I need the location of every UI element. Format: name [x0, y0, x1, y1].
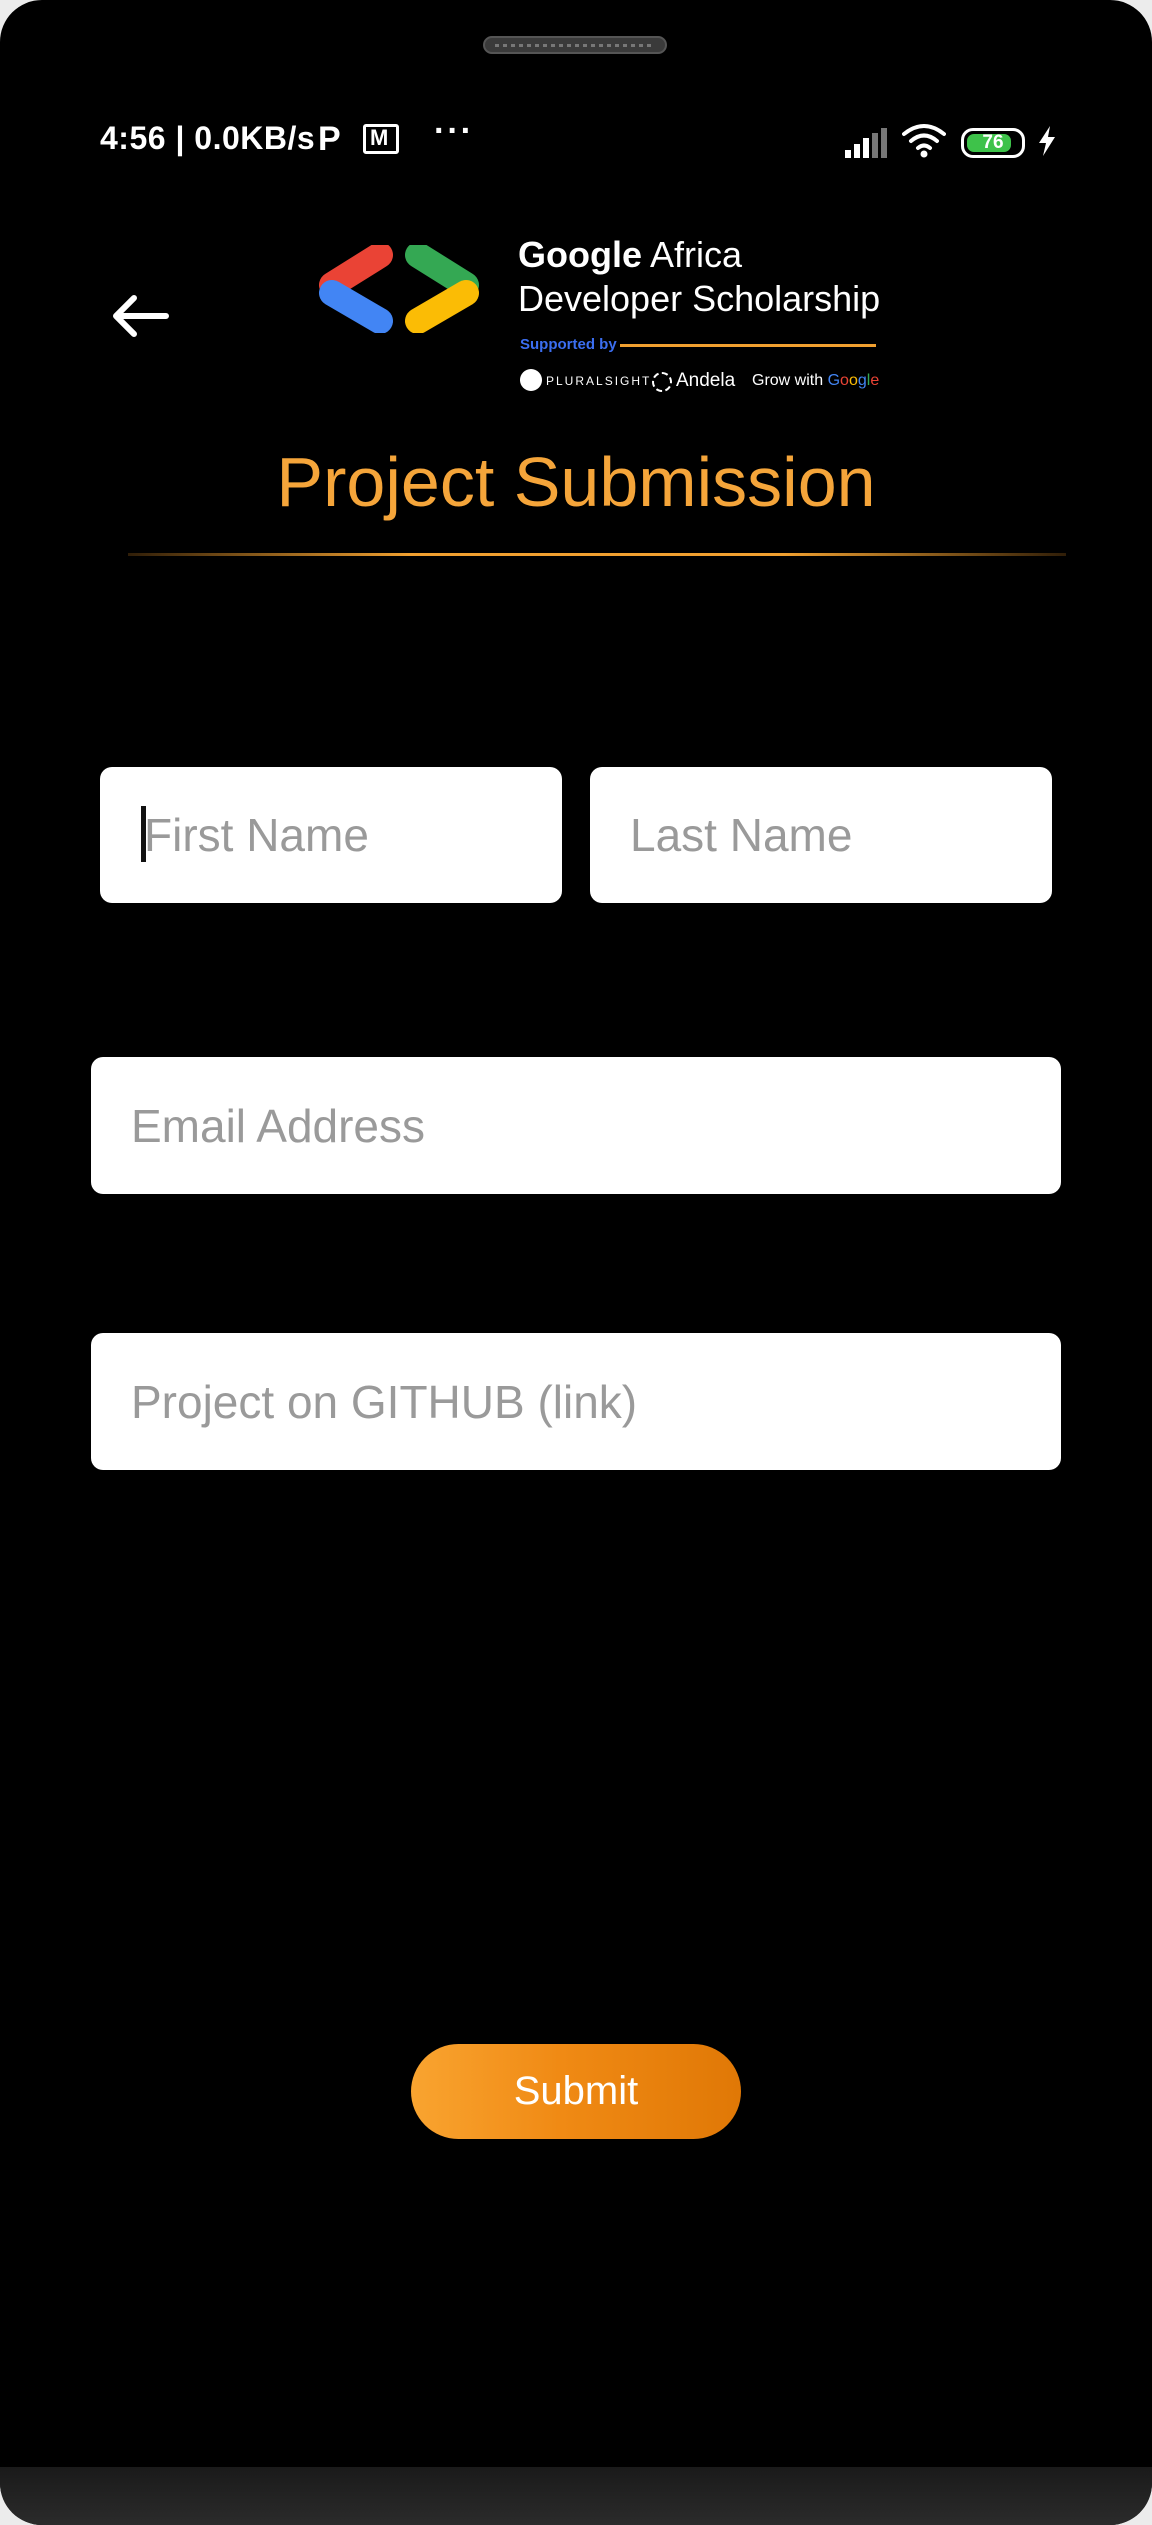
charging-icon — [1039, 126, 1055, 156]
pluralsight-logo: PLURALSIGHT — [520, 369, 651, 391]
text-cursor — [141, 806, 146, 862]
andela-logo: Andela — [652, 370, 735, 392]
last-name-input[interactable] — [590, 767, 1052, 903]
speaker-grille — [483, 36, 667, 54]
more-icon: ··· — [434, 112, 474, 150]
wifi-icon — [902, 124, 946, 158]
supported-by-divider — [620, 344, 876, 347]
logo-line1-rest: Africa — [642, 234, 743, 275]
logo-line2: Developer Scholarship — [518, 278, 881, 319]
page-title: Project Submission — [276, 443, 876, 521]
andela-icon — [652, 372, 672, 392]
back-arrow-icon[interactable] — [108, 284, 172, 348]
logo-brand: Google — [518, 234, 642, 275]
pluralsight-icon — [520, 369, 542, 391]
status-time: 4:56 | 0.0KB/s — [100, 120, 316, 156]
signal-icon — [845, 128, 887, 158]
first-name-input[interactable] — [100, 767, 562, 903]
supported-by-label: Supported by — [520, 336, 617, 353]
bottom-bezel — [0, 2467, 1152, 2525]
grow-with-google-logo: Grow with Google — [752, 372, 880, 389]
email-input[interactable] — [91, 1057, 1061, 1194]
submit-button[interactable]: Submit — [411, 2044, 741, 2139]
battery-icon: 76 — [961, 128, 1025, 158]
phone-screen: 4:56 | 0.0KB/s P ··· 76 Google Africa De… — [0, 0, 1152, 2525]
title-divider — [128, 553, 1066, 556]
github-link-input[interactable] — [91, 1333, 1061, 1470]
scholarship-logo-text: Google Africa Developer Scholarship — [518, 233, 880, 321]
google-developers-logo-icon — [319, 245, 479, 333]
mail-icon — [363, 124, 399, 154]
p-app-icon: P — [318, 120, 341, 158]
battery-level: 76 — [982, 132, 1004, 153]
